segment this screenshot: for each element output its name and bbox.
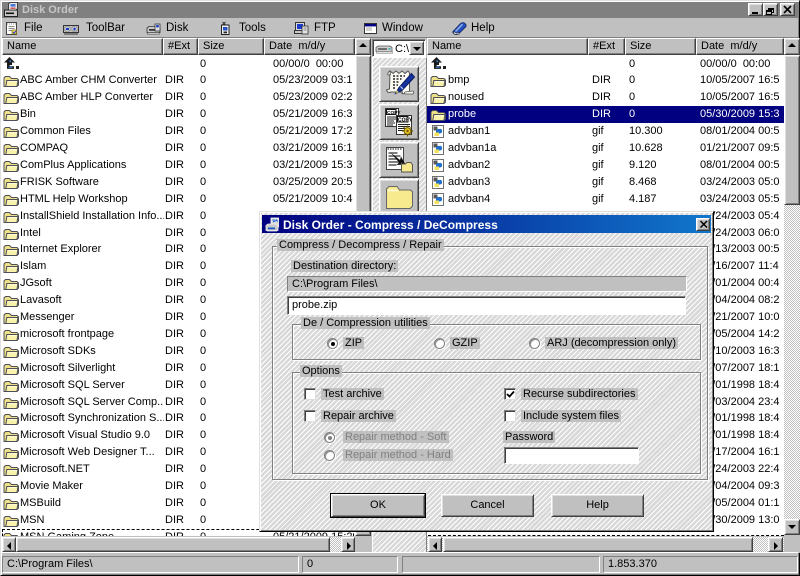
svg-text:COPY: COPY <box>398 117 413 123</box>
svg-text:COPY: COPY <box>387 110 401 116</box>
